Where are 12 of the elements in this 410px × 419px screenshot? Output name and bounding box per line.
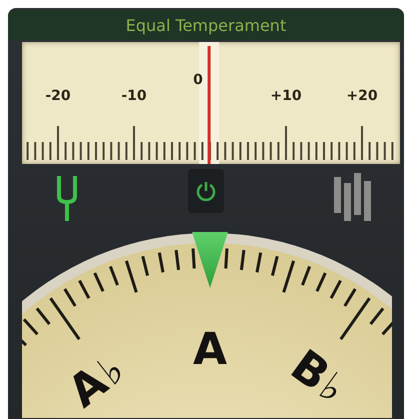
cent-label: +20 [346,88,378,104]
bars-icon [334,173,372,223]
cent-label: +10 [270,88,302,104]
note-label: A ♭ [59,346,134,418]
mode-title: Equal Temperament [8,10,404,40]
tuning-fork-icon [56,174,78,222]
note-label: A [192,324,228,375]
cent-label: -20 [45,88,71,104]
note-label: B ♭ [281,340,354,413]
power-icon[interactable] [195,180,217,202]
cent-label: 0 [193,72,203,88]
cent-label: -10 [121,88,147,104]
